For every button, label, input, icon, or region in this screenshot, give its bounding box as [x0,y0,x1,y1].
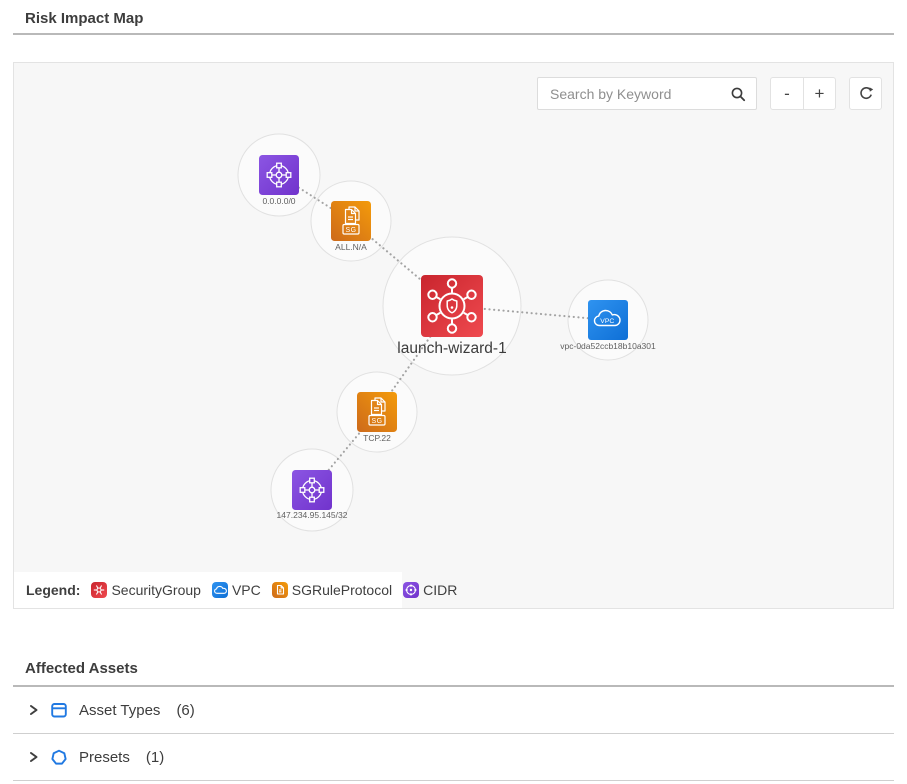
legend-item-securitygroup: SecurityGroup [91,582,200,598]
risk-impact-graph: SG [14,63,893,608]
zoom-in-button[interactable]: + [803,78,835,109]
header-divider [13,33,894,35]
legend-bar: Legend: SecurityGroup [14,572,402,608]
node-label: launch-wizard-1 [397,340,506,357]
asset-row-label: Asset Types [79,702,160,719]
legend-item-sgruleprotocol: SGRuleProtocol [272,582,392,598]
security-group-icon [421,275,483,337]
page-header: Risk Impact Map [13,0,894,28]
page: Risk Impact Map [0,0,907,781]
refresh-button[interactable] [849,77,882,110]
node-label: ALL.N/A [335,242,367,252]
risk-impact-map-panel: SG [13,62,894,609]
graph-node-sgrule-all[interactable]: ALL.N/A [331,201,371,252]
search-icon[interactable] [730,86,747,103]
asset-row-label: Presets [79,749,130,766]
legend-label: CIDR [423,582,457,598]
presets-icon [50,748,68,766]
asset-row-asset-types[interactable]: Asset Types (6) [13,687,894,734]
affected-assets-title: Affected Assets [13,659,894,679]
map-toolbar: - + [537,77,882,110]
sgrule-protocol-legend-icon [272,582,288,598]
legend-item-vpc: VPC [212,582,261,598]
node-label: 147.234.95.145/32 [277,510,348,520]
affected-assets-section: Affected Assets Asset Types (6) [13,659,894,781]
legend-label: VPC [232,582,261,598]
asset-types-icon [50,701,68,719]
legend-item-cidr: CIDR [403,582,457,598]
vpc-icon [588,300,628,340]
asset-row-count: (6) [176,702,194,719]
legend-label: SecurityGroup [111,582,200,598]
cidr-icon [259,155,299,195]
zoom-out-button[interactable]: - [771,78,803,109]
node-label: TCP.22 [363,433,391,443]
zoom-control-group: - + [770,77,836,110]
node-label: vpc-0da52ccb18b10a301 [560,341,656,351]
chevron-right-icon [28,751,39,763]
sgrule-protocol-icon [331,201,371,241]
asset-row-count: (1) [146,749,164,766]
vpc-legend-icon [212,582,228,598]
asset-row-presets[interactable]: Presets (1) [13,734,894,781]
refresh-icon [858,86,874,102]
graph-node-cidr-any[interactable]: 0.0.0.0/0 [259,155,299,206]
search-input[interactable] [538,78,756,109]
security-group-legend-icon [91,582,107,598]
page-title: Risk Impact Map [25,10,882,28]
sgrule-protocol-icon [357,392,397,432]
legend-title: Legend: [26,582,80,598]
chevron-right-icon [28,704,39,716]
cidr-icon [292,470,332,510]
search-box [537,77,757,110]
node-label: 0.0.0.0/0 [262,196,295,206]
cidr-legend-icon [403,582,419,598]
legend-label: SGRuleProtocol [292,582,392,598]
